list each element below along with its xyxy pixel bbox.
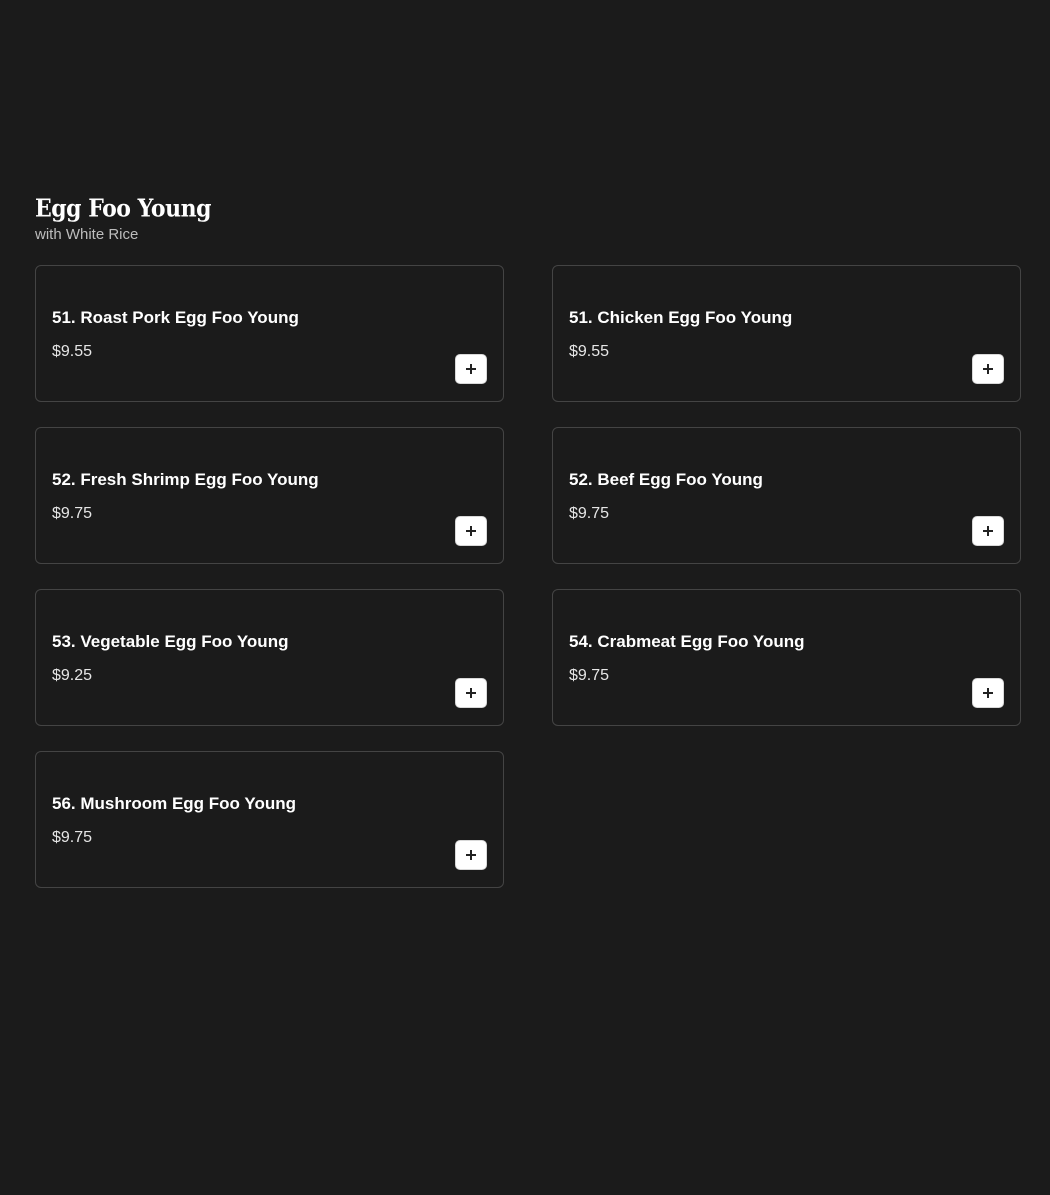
plus-icon — [983, 364, 993, 374]
plus-icon — [983, 526, 993, 536]
menu-item-price: $9.55 — [569, 343, 610, 360]
plus-icon — [466, 364, 476, 374]
menu-item-card[interactable]: 54. Crabmeat Egg Foo Young $9.75 — [552, 589, 1021, 726]
add-to-cart-button[interactable] — [972, 678, 1004, 708]
plus-icon — [466, 688, 476, 698]
section-subtitle: with White Rice — [35, 226, 139, 243]
menu-item-name: 52. Fresh Shrimp Egg Foo Young — [52, 470, 319, 489]
menu-item-grid: 51. Roast Pork Egg Foo Young $9.55 51. C… — [35, 265, 1021, 888]
add-to-cart-button[interactable] — [455, 516, 487, 546]
menu-item-name: 51. Chicken Egg Foo Young — [569, 308, 793, 327]
menu-item-card[interactable]: 53. Vegetable Egg Foo Young $9.25 — [35, 589, 504, 726]
menu-item-name: 52. Beef Egg Foo Young — [569, 470, 763, 489]
menu-item-card[interactable]: 51. Roast Pork Egg Foo Young $9.55 — [35, 265, 504, 402]
menu-item-name: 53. Vegetable Egg Foo Young — [52, 632, 289, 651]
plus-icon — [983, 688, 993, 698]
menu-item-card[interactable]: 56. Mushroom Egg Foo Young $9.75 — [35, 751, 504, 888]
menu-item-price: $9.75 — [569, 667, 610, 684]
plus-icon — [466, 526, 476, 536]
add-to-cart-button[interactable] — [455, 840, 487, 870]
menu-item-price: $9.75 — [569, 505, 610, 522]
plus-icon — [466, 850, 476, 860]
add-to-cart-button[interactable] — [455, 354, 487, 384]
section-title: Egg Foo Young — [35, 194, 211, 224]
menu-item-price: $9.75 — [52, 829, 93, 846]
menu-section: Egg Foo Young with White Rice 51. Roast … — [35, 194, 1021, 888]
menu-item-card[interactable]: 52. Beef Egg Foo Young $9.75 — [552, 427, 1021, 564]
add-to-cart-button[interactable] — [972, 516, 1004, 546]
add-to-cart-button[interactable] — [455, 678, 487, 708]
menu-item-price: $9.75 — [52, 505, 93, 522]
menu-item-name: 54. Crabmeat Egg Foo Young — [569, 632, 805, 651]
menu-item-name: 51. Roast Pork Egg Foo Young — [52, 308, 299, 327]
menu-item-card[interactable]: 52. Fresh Shrimp Egg Foo Young $9.75 — [35, 427, 504, 564]
menu-item-card[interactable]: 51. Chicken Egg Foo Young $9.55 — [552, 265, 1021, 402]
add-to-cart-button[interactable] — [972, 354, 1004, 384]
menu-item-price: $9.25 — [52, 667, 93, 684]
menu-item-price: $9.55 — [52, 343, 93, 360]
menu-item-name: 56. Mushroom Egg Foo Young — [52, 794, 296, 813]
